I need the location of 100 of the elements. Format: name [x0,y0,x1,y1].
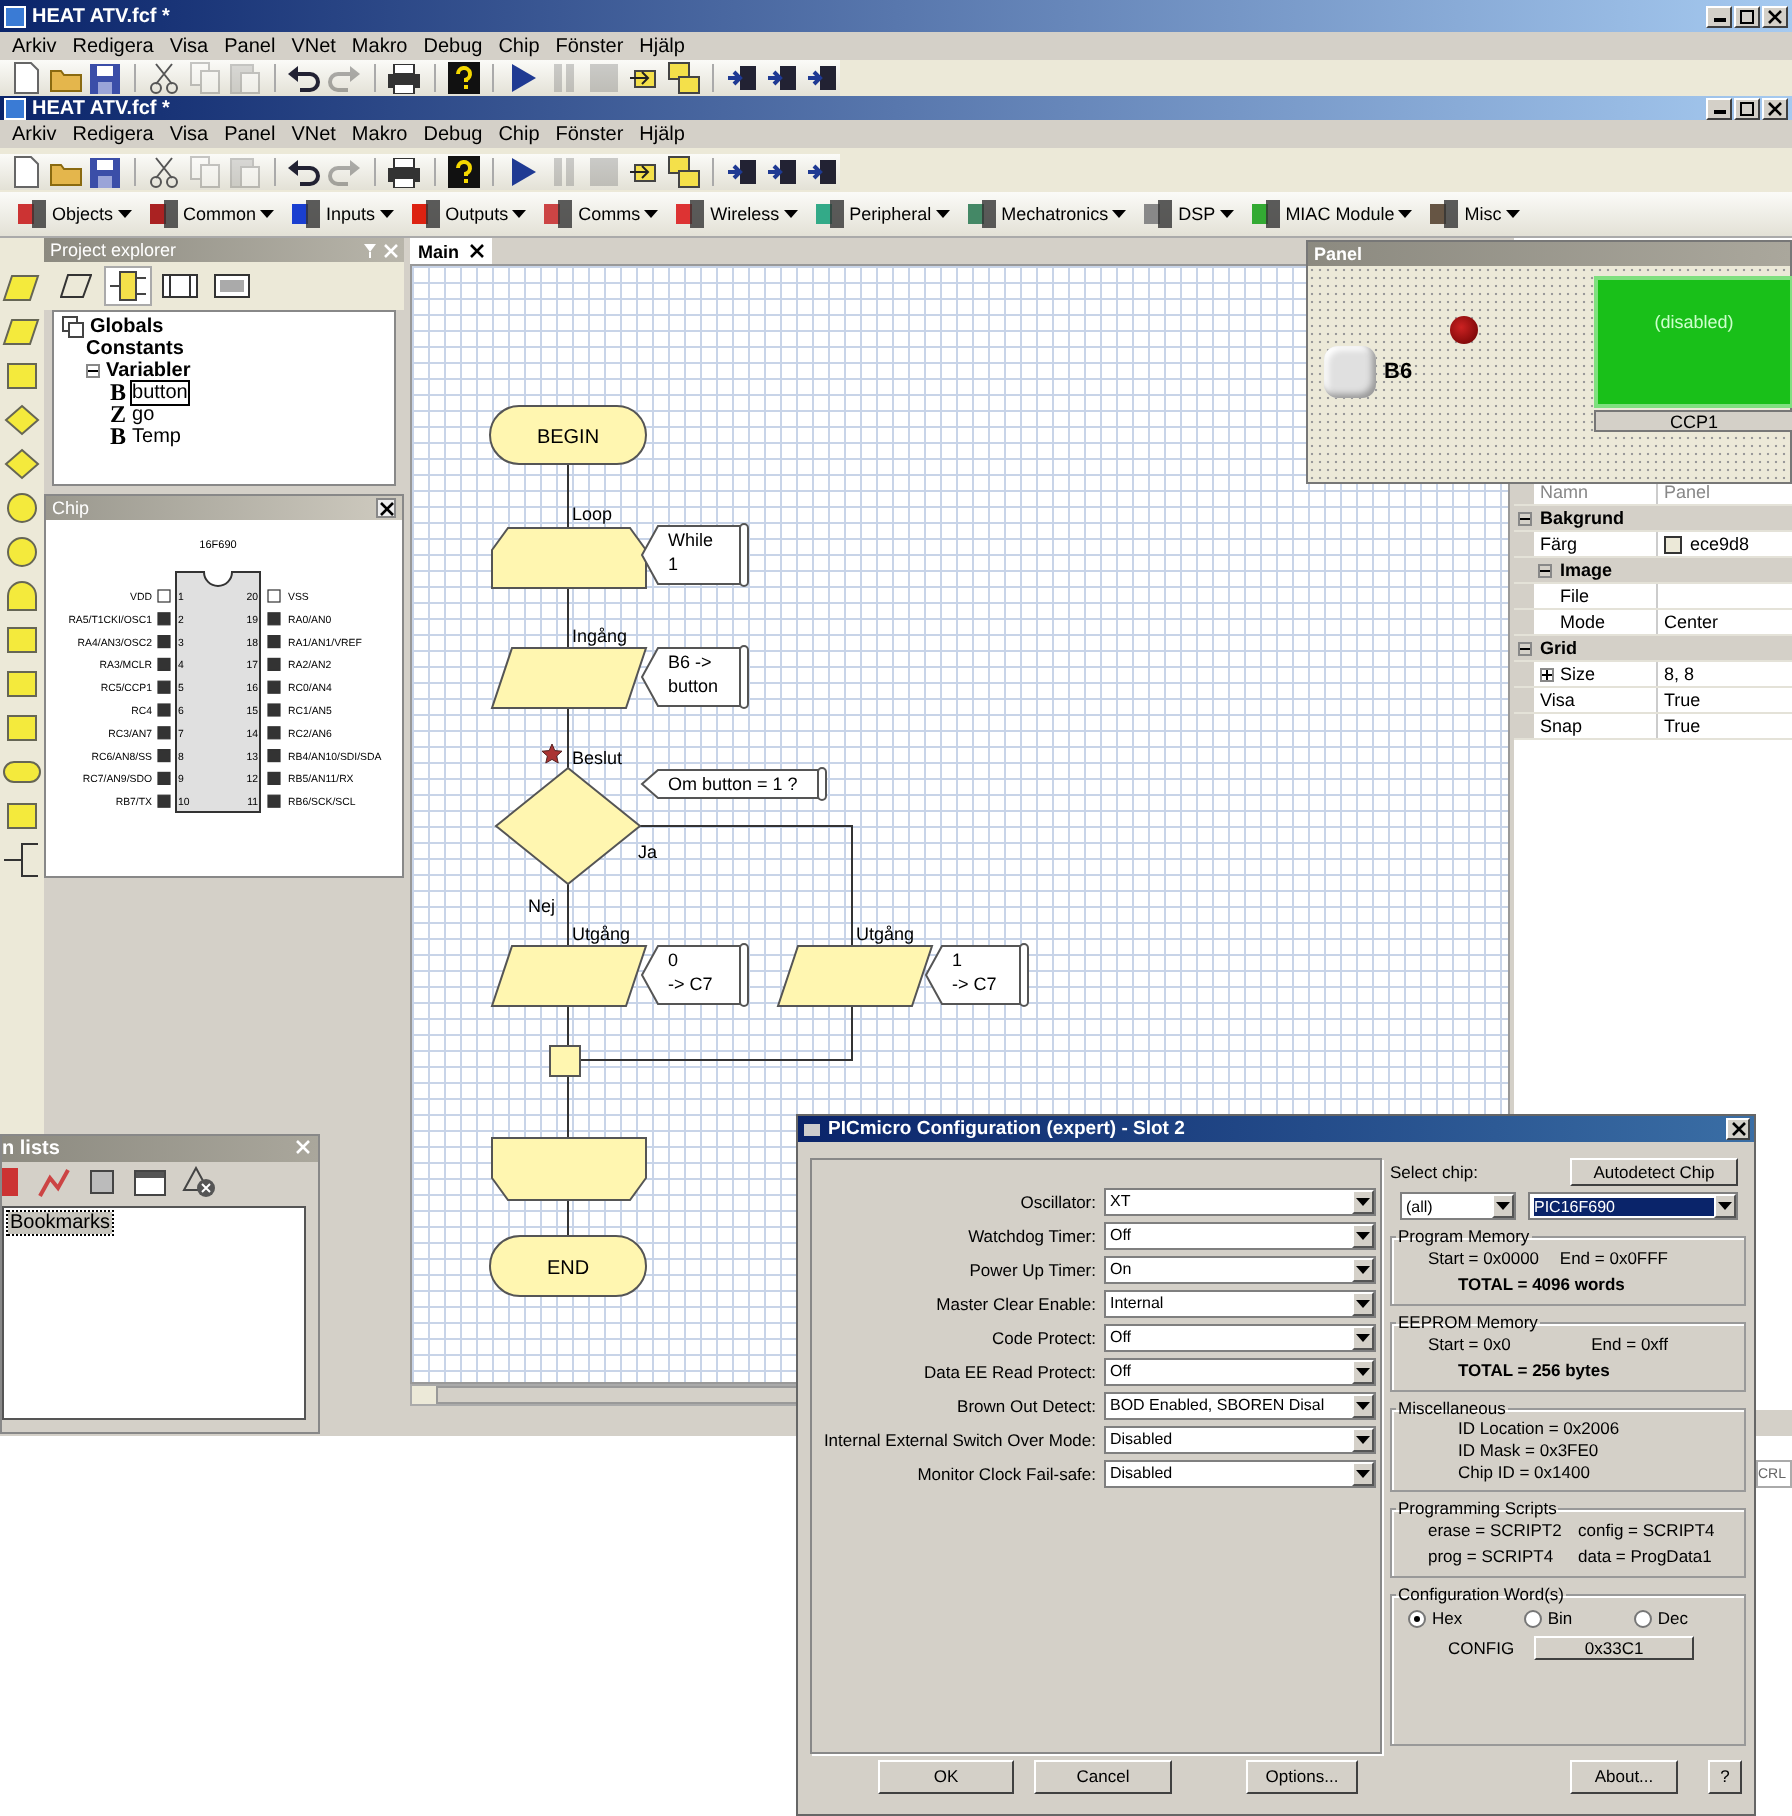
toolbar-button[interactable] [766,61,801,95]
component-menu-button[interactable]: Comms [538,194,663,234]
menu-item[interactable]: Arkiv [4,35,65,57]
toolbar-button[interactable] [766,155,801,189]
menu-item[interactable]: Fönster [547,35,632,57]
component-menu-button[interactable]: Outputs [405,194,531,234]
setting-dropdown[interactable]: Internal [1104,1289,1376,1317]
toolbar-button[interactable] [147,155,182,189]
format-radio[interactable]: Bin [1523,1608,1573,1628]
menu-item[interactable]: Panel [216,123,284,145]
toolbar-button[interactable] [446,61,481,95]
toolbar-button[interactable] [88,155,122,189]
chip-dropdown[interactable]: PIC16F690 [1528,1192,1738,1220]
tree-item[interactable]: Temp [132,426,181,448]
property-value[interactable]: ece9d8 [1690,534,1750,554]
dialog-button[interactable]: ? [1708,1759,1742,1793]
family-dropdown[interactable]: (all) [1400,1192,1516,1220]
close-button[interactable] [376,498,396,518]
expander-icon[interactable] [86,364,100,378]
tree-item[interactable]: go [132,404,155,426]
dialog-button[interactable]: OK [878,1759,1014,1793]
toolbar-button[interactable] [506,61,541,95]
expander-icon[interactable] [1517,511,1531,525]
toolbar-button[interactable] [806,155,841,189]
radio-dot[interactable] [1523,1609,1542,1627]
menu-item[interactable]: Makro [343,35,416,57]
toolbar-button[interactable] [387,61,422,95]
component-menu-button[interactable]: Peripheral [809,194,954,234]
minimize-button[interactable] [1706,97,1732,119]
menu-item[interactable]: Arkiv [4,123,65,145]
menu-item[interactable]: Debug [415,35,491,57]
format-radio[interactable]: Dec [1633,1608,1688,1628]
menu-item[interactable]: Fönster [547,123,632,145]
toolbar-button[interactable] [147,61,182,95]
setting-dropdown[interactable]: Off [1104,1323,1376,1351]
maximize-button[interactable] [1734,97,1760,119]
setting-dropdown[interactable]: On [1104,1255,1376,1283]
toolbar-button[interactable] [88,61,122,95]
dialog-button[interactable]: Options... [1246,1759,1358,1793]
component-menu-button[interactable]: Misc [1424,194,1524,234]
format-radio[interactable]: Hex [1408,1608,1463,1628]
toolbar-button[interactable] [726,61,761,95]
menu-item[interactable]: Chip [490,123,548,145]
toolbar-button[interactable] [806,61,841,95]
component-menu-button[interactable]: DSP [1138,194,1238,234]
toolbar-button[interactable] [446,155,481,189]
setting-dropdown[interactable]: Off [1104,1357,1376,1385]
component-menu-button[interactable]: Objects [12,194,136,234]
setting-dropdown[interactable]: BOD Enabled, SBOREN Disal [1104,1391,1376,1419]
setting-dropdown[interactable]: Disabled [1104,1425,1376,1453]
expander-icon[interactable] [1540,667,1554,681]
minimize-button[interactable] [1706,5,1732,27]
menu-item[interactable]: Redigera [64,123,162,145]
menu-item[interactable]: Panel [216,35,284,57]
setting-dropdown[interactable]: Disabled [1104,1459,1376,1487]
menu-item[interactable]: Debug [415,123,491,145]
menu-item[interactable]: Chip [490,35,548,57]
toolbar-button[interactable] [387,155,422,189]
menu-item[interactable]: Visa [161,123,217,145]
maximize-button[interactable] [1734,5,1760,27]
toolbar-button[interactable] [666,155,701,189]
tree-item[interactable]: Constants [86,338,184,360]
menu-item[interactable]: VNet [283,35,344,57]
dialog-button[interactable]: About... [1570,1759,1678,1793]
menu-item[interactable]: Makro [343,123,416,145]
component-menu-button[interactable]: Common [143,194,279,234]
push-switch[interactable] [1324,346,1376,398]
tree-item[interactable]: Variabler [106,360,191,382]
expander-icon[interactable] [1517,641,1531,655]
toolbar-button[interactable] [666,61,701,95]
tree-item[interactable]: Globals [90,316,164,338]
list-item[interactable]: Bookmarks [8,1212,113,1234]
component-menu-button[interactable]: Wireless [670,194,802,234]
property-value[interactable]: 8, 8 [1664,664,1695,684]
toolbar-button[interactable] [726,155,761,189]
toolbar-button[interactable] [287,155,322,189]
autodetect-button[interactable]: Autodetect Chip [1570,1158,1738,1186]
setting-dropdown[interactable]: XT [1104,1187,1376,1215]
editor-tab[interactable]: Main [410,238,492,264]
property-value[interactable]: Center [1664,612,1719,632]
toolbar-button[interactable] [287,61,322,95]
property-value[interactable]: True [1664,690,1701,710]
expander-icon[interactable] [1537,563,1551,577]
config-value-button[interactable]: 0x33C1 [1534,1636,1695,1660]
explorer-tab[interactable] [104,266,152,306]
component-menu-button[interactable]: Mechatronics [961,194,1131,234]
menu-item[interactable]: VNet [283,123,344,145]
radio-dot[interactable] [1633,1609,1652,1627]
menu-item[interactable]: Hjälp [631,35,693,57]
toolbar-button[interactable] [506,155,541,189]
dialog-button[interactable]: Cancel [1034,1759,1172,1793]
menu-item[interactable]: Redigera [64,35,162,57]
menu-item[interactable]: Hjälp [631,123,693,145]
setting-dropdown[interactable]: Off [1104,1221,1376,1249]
component-menu-button[interactable]: MIAC Module [1245,194,1417,234]
component-menu-button[interactable]: Inputs [286,194,398,234]
property-value[interactable]: True [1664,716,1701,736]
tree-item[interactable]: button [132,382,188,404]
radio-dot[interactable] [1408,1609,1426,1627]
menu-item[interactable]: Visa [161,35,217,57]
